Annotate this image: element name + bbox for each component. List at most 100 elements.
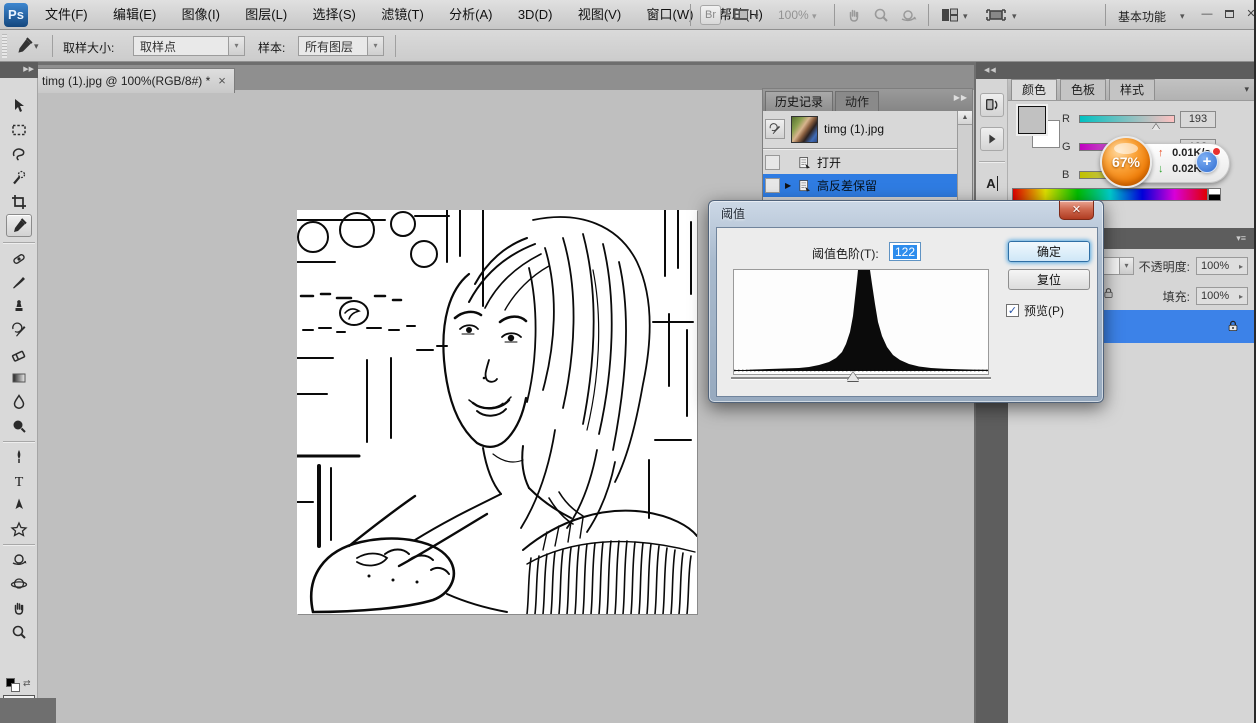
menu-file[interactable]: 文件(F) [34, 0, 99, 30]
gradient-tool[interactable] [6, 366, 32, 389]
menu-filter[interactable]: 滤镜(T) [370, 0, 435, 30]
color-panel-menu-icon[interactable]: ▾ [1244, 84, 1249, 95]
color-foreground-swatch[interactable] [1018, 106, 1046, 134]
brush-icon [10, 273, 28, 291]
history-panel-button[interactable] [980, 93, 1004, 117]
workspace-dropdown-arrow[interactable]: ▾ [1180, 11, 1185, 22]
type-tool[interactable]: T [6, 469, 32, 492]
tool-preset-arrow[interactable]: ▾ [34, 41, 39, 52]
menubar-separator [834, 4, 835, 26]
character-panel-button[interactable]: A [980, 171, 1004, 195]
blur-tool[interactable] [6, 390, 32, 413]
minimize-button[interactable]: — [1198, 7, 1216, 23]
crop-tool[interactable] [6, 190, 32, 213]
sample-layers-dropdown-arrow[interactable]: ▾ [367, 37, 383, 55]
ok-button[interactable]: 确定 [1008, 241, 1090, 262]
history-snapshot-row[interactable]: timg (1).jpg [763, 111, 958, 147]
spot-healing-tool[interactable] [6, 246, 32, 269]
opacity-dropdown-arrow[interactable]: ▸ [1239, 262, 1243, 271]
menu-view[interactable]: 视图(V) [567, 0, 632, 30]
threshold-slider-handle[interactable] [847, 372, 859, 381]
sample-label: 样本: [258, 39, 285, 56]
menu-analysis[interactable]: 分析(A) [438, 0, 503, 30]
menu-image[interactable]: 图像(I) [171, 0, 231, 30]
eyedropper-option-icon[interactable]: ▾ [14, 35, 44, 57]
quick-selection-tool[interactable] [6, 166, 32, 189]
tab-color[interactable]: 颜色 [1011, 79, 1057, 100]
tab-swatches[interactable]: 色板 [1060, 79, 1106, 100]
move-tool[interactable] [6, 94, 32, 117]
fill-label: 填充: [1163, 288, 1190, 305]
dodge-tool[interactable] [6, 414, 32, 437]
history-step-checkbox[interactable] [765, 155, 780, 170]
document-tab[interactable]: timg (1).jpg @ 100%(RGB/8#) * × [33, 68, 235, 93]
zoom-tool[interactable] [6, 620, 32, 643]
workspace-switcher[interactable]: 基本功能 [1118, 8, 1166, 25]
red-value[interactable]: 193 [1180, 111, 1216, 128]
document-close-icon[interactable]: × [218, 75, 226, 87]
document-canvas[interactable] [297, 210, 697, 614]
arrange-dropdown-arrow[interactable]: ▾ [963, 11, 968, 22]
zoom-level-value[interactable]: 100% [778, 8, 809, 22]
menu-edit[interactable]: 编辑(E) [102, 0, 167, 30]
tab-history[interactable]: 历史记录 [765, 91, 833, 111]
brush-tool[interactable] [6, 270, 32, 293]
download-float-widget[interactable]: ↑ 0.01K/s ↓ 0.02K/s + 67% [1100, 136, 1230, 188]
custom-shape-tool[interactable] [6, 517, 32, 540]
bridge-button[interactable]: Br [700, 5, 721, 25]
fill-dropdown-arrow[interactable]: ▸ [1239, 292, 1243, 301]
progress-ball[interactable]: 67% [1100, 136, 1152, 188]
hand-tool-icon [845, 5, 863, 25]
preview-checkbox[interactable]: ✓ [1006, 304, 1019, 317]
reset-button[interactable]: 复位 [1008, 269, 1090, 290]
menu-3d[interactable]: 3D(D) [507, 0, 564, 30]
menu-layer[interactable]: 图层(L) [234, 0, 298, 30]
history-brush-tool[interactable] [6, 318, 32, 341]
clone-stamp-tool[interactable] [6, 294, 32, 317]
dock-collapse-header[interactable]: ◀◀ [976, 62, 1256, 79]
scroll-up-icon[interactable]: ▲ [958, 111, 972, 125]
history-panel-menu-icon[interactable]: ▶▶ [954, 93, 968, 102]
tab-actions[interactable]: 动作 [835, 91, 879, 111]
red-slider[interactable] [1079, 115, 1175, 123]
history-step-open[interactable]: 打开 [763, 151, 958, 174]
blue-channel-label: B [1062, 169, 1074, 181]
fill-field[interactable]: 100% ▸ [1196, 287, 1248, 305]
menu-select[interactable]: 选择(S) [302, 0, 367, 30]
history-step-highpass[interactable]: ▶ 高反差保留 [763, 174, 958, 197]
history-source-button[interactable] [765, 119, 785, 139]
tools-collapse-header[interactable]: ▶▶ [0, 62, 38, 78]
arrange-documents-icon[interactable] [940, 5, 960, 25]
marquee-tool[interactable] [6, 118, 32, 141]
menu-window[interactable]: 窗口(W) [636, 0, 705, 30]
lasso-tool[interactable] [6, 142, 32, 165]
3d-orbit-tool[interactable] [6, 572, 32, 595]
hand-tool[interactable] [6, 596, 32, 619]
threshold-level-input[interactable]: 122 [889, 242, 921, 261]
sample-layers-dropdown[interactable]: 所有图层 ▾ [298, 36, 384, 56]
screen-mode-dropdown-arrow[interactable]: ▾ [1012, 11, 1017, 22]
actions-panel-button[interactable] [980, 127, 1004, 151]
ramp-black-swatch[interactable] [1208, 194, 1221, 201]
swap-colors-icon[interactable]: ⇄ [23, 678, 31, 689]
blend-dropdown-arrow[interactable]: ▾ [1119, 258, 1133, 274]
default-colors-control[interactable]: ⇄ [6, 678, 32, 694]
path-selection-tool[interactable] [6, 493, 32, 516]
history-step-checkbox[interactable] [765, 178, 780, 193]
pen-tool[interactable] [6, 445, 32, 468]
screen-mode-icon[interactable] [985, 5, 1007, 25]
restore-button[interactable] [1220, 7, 1238, 23]
bridge-dropdown-arrow[interactable]: ▾ [754, 11, 759, 22]
eraser-tool[interactable] [6, 342, 32, 365]
launch-bridge-icon[interactable] [733, 5, 751, 25]
sample-size-dropdown-arrow[interactable]: ▾ [228, 37, 244, 55]
eyedropper-tool[interactable] [6, 214, 32, 237]
red-slider-marker[interactable] [1152, 124, 1160, 130]
move-icon [10, 97, 28, 115]
tab-styles[interactable]: 样式 [1109, 79, 1155, 100]
dialog-close-button[interactable]: ✕ [1059, 201, 1094, 220]
options-grip[interactable] [2, 34, 7, 58]
sample-size-dropdown[interactable]: 取样点 ▾ [133, 36, 245, 56]
opacity-field[interactable]: 100% ▸ [1196, 257, 1248, 275]
3d-rotate-tool[interactable] [6, 548, 32, 571]
